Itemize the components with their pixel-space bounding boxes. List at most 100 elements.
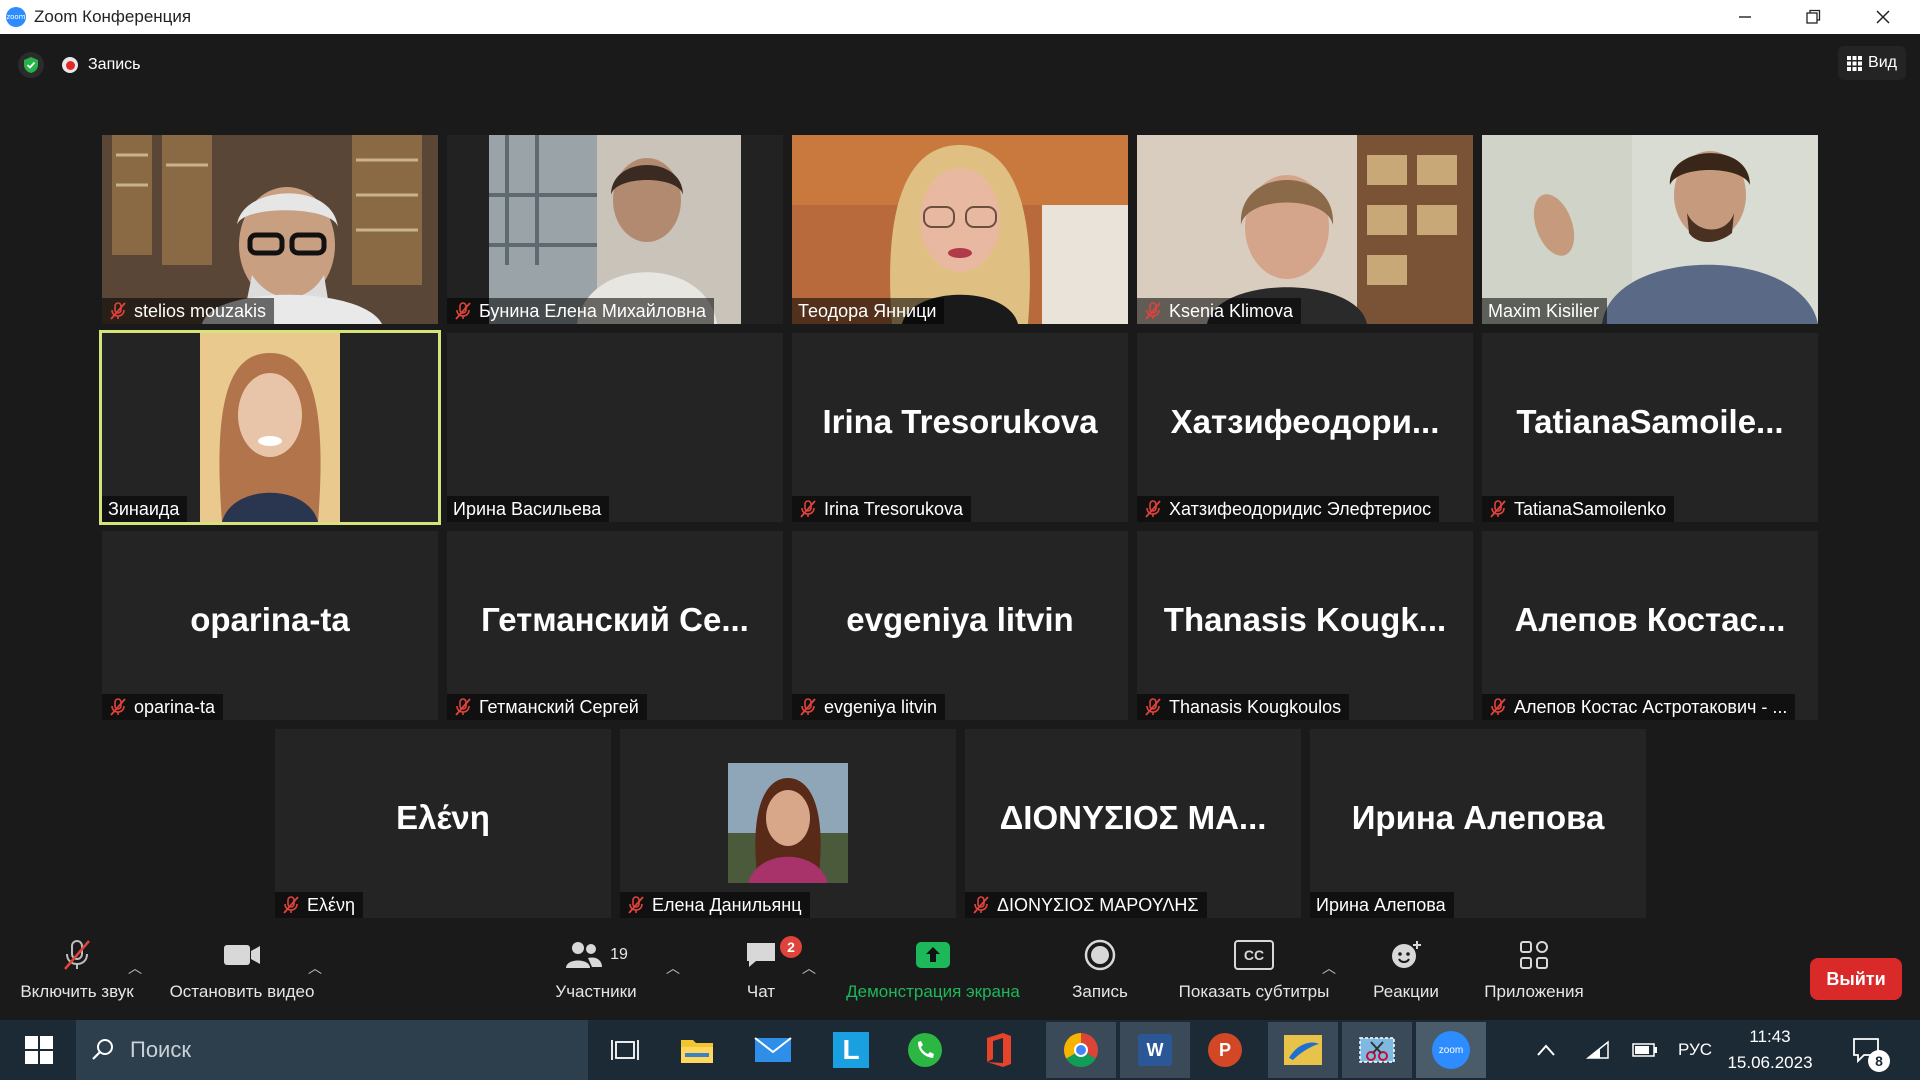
- windows-start-icon[interactable]: [8, 1026, 70, 1074]
- participants-icon: [566, 942, 603, 968]
- participant-name: Хатзифеодоридис Элефтериос: [1169, 498, 1432, 519]
- audio-options-chevron-up-icon[interactable]: ︿: [128, 958, 142, 978]
- participant-display-name: Thanasis Kougk...: [1163, 601, 1447, 638]
- participant-tile[interactable]: Бунина Елена Михайловна: [447, 135, 783, 324]
- chrome-icon[interactable]: [1046, 1022, 1116, 1078]
- show-captions-button[interactable]: CC Показать субтитры: [1168, 928, 1340, 1020]
- muted-mic-icon: [800, 698, 816, 716]
- unmute-button[interactable]: Включить звук: [12, 928, 142, 1020]
- muted-mic-icon: [59, 928, 95, 982]
- input-language[interactable]: РУС: [1678, 1020, 1712, 1080]
- taskbar-search-box[interactable]: Поиск: [76, 1020, 588, 1080]
- participant-name: Елена Данильянц: [652, 894, 802, 915]
- participant-tile[interactable]: oparina-ta oparina-ta: [102, 531, 438, 720]
- security-shield-icon[interactable]: [18, 52, 44, 78]
- muted-mic-icon: [1145, 698, 1161, 716]
- record-icon: [1084, 928, 1116, 982]
- participant-name-label: Хатзифеодоридис Элефтериос: [1137, 496, 1440, 522]
- chat-label: Чат: [746, 982, 776, 1001]
- snipping-tool-icon[interactable]: [1342, 1022, 1412, 1078]
- muted-mic-icon: [1145, 500, 1161, 518]
- muted-mic-icon: [628, 896, 644, 914]
- minimize-icon: [1739, 16, 1751, 18]
- participant-name-label: TatianaSamoilenko: [1482, 496, 1675, 522]
- leave-meeting-button[interactable]: Выйти: [1810, 958, 1902, 1000]
- meeting-toolbar: Включить звук ︿ Остановить видео ︿ 19 Уч…: [0, 928, 1920, 1020]
- video-options-chevron-up-icon[interactable]: ︿: [308, 958, 322, 978]
- participant-name: Бунина Елена Михайловна: [479, 300, 706, 321]
- record-dot-icon: [62, 57, 78, 73]
- participant-name-label: Бунина Елена Михайловна: [447, 298, 714, 324]
- share-screen-button[interactable]: Демонстрация экрана: [836, 928, 1030, 1020]
- participant-tile[interactable]: Thanasis Kougk... Thanasis Kougkoulos: [1137, 531, 1473, 720]
- file-explorer-icon[interactable]: [666, 1026, 728, 1074]
- participant-name: Теодора Янници: [798, 300, 937, 321]
- participant-tile[interactable]: Ksenia Klimova: [1137, 135, 1473, 324]
- close-button[interactable]: [1848, 0, 1918, 34]
- battery-icon[interactable]: [1632, 1020, 1658, 1080]
- participant-tile[interactable]: Irina Tresorukova Irina Tresorukova: [792, 333, 1128, 522]
- apps-icon: [1519, 928, 1549, 982]
- participant-tile[interactable]: Хатзифеодори... Хатзифеодоридис Элефтерио…: [1137, 333, 1473, 522]
- muted-mic-icon: [1145, 302, 1161, 320]
- participant-tile[interactable]: stelios mouzakis: [102, 135, 438, 324]
- participant-tile[interactable]: Теодора Янници: [792, 135, 1128, 324]
- tray-overflow-chevron-up-icon[interactable]: [1536, 1020, 1556, 1080]
- participant-name: Maxim Kisilier: [1488, 300, 1600, 321]
- participant-tile[interactable]: Maxim Kisilier: [1482, 135, 1818, 324]
- participant-name: Ελένη: [307, 894, 356, 915]
- recording-indicator[interactable]: Запись: [62, 52, 141, 78]
- view-button[interactable]: Вид: [1838, 46, 1906, 80]
- photos-app-icon[interactable]: [1268, 1022, 1338, 1078]
- stop-video-button[interactable]: Остановить видео: [162, 928, 322, 1020]
- clock[interactable]: 11:43 15.06.2023: [1727, 1020, 1812, 1080]
- recording-label: Запись: [88, 56, 141, 73]
- participant-name-label: stelios mouzakis: [102, 298, 275, 324]
- reactions-smiley-icon: [1389, 928, 1423, 982]
- chat-button[interactable]: 2 Чат: [730, 928, 802, 1020]
- mail-icon[interactable]: [742, 1026, 804, 1074]
- participant-tile[interactable]: Ирина Алепова Ирина Алепова: [1310, 729, 1646, 918]
- chat-badge: 2: [780, 936, 802, 958]
- participant-tile[interactable]: Гетманский Се... Гетманский Сергей: [447, 531, 783, 720]
- office-icon[interactable]: [968, 1026, 1030, 1074]
- captions-options-chevron-up-icon[interactable]: ︿: [1322, 958, 1336, 978]
- record-label: Запись: [1072, 982, 1128, 1001]
- participant-tile[interactable]: Ελένη Ελένη: [275, 729, 611, 918]
- participant-name-label: Елена Данильянц: [620, 892, 810, 918]
- notifications-icon[interactable]: 8: [1852, 1020, 1890, 1080]
- participants-options-chevron-up-icon[interactable]: ︿: [666, 958, 680, 978]
- record-button[interactable]: Запись: [1064, 928, 1136, 1020]
- participant-name: stelios mouzakis: [134, 300, 267, 321]
- task-view-icon[interactable]: [594, 1026, 656, 1074]
- participants-button[interactable]: 19 Участники: [548, 928, 644, 1020]
- muted-mic-icon: [973, 896, 989, 914]
- word-icon[interactable]: W: [1120, 1022, 1190, 1078]
- participant-tile[interactable]: Ирина Васильева: [447, 333, 783, 522]
- restore-button[interactable]: [1778, 0, 1848, 34]
- participant-name-label: Зинаида: [102, 496, 188, 522]
- chat-options-chevron-up-icon[interactable]: ︿: [802, 958, 816, 978]
- participant-tile[interactable]: TatianaSamoile... TatianaSamoilenko: [1482, 333, 1818, 522]
- participant-tile[interactable]: Алепов Костас... Алепов Костас Астротаков…: [1482, 531, 1818, 720]
- apps-label: Приложения: [1484, 982, 1584, 1001]
- participant-name: Алепов Костас Астротакович - ...: [1514, 696, 1788, 717]
- launcher-l-icon[interactable]: L: [820, 1026, 882, 1074]
- participant-tile[interactable]: evgeniya litvin evgeniya litvin: [792, 531, 1128, 720]
- reactions-button[interactable]: Реакции: [1366, 928, 1446, 1020]
- participant-video: [1482, 135, 1818, 324]
- participant-tile[interactable]: Елена Данильянц: [620, 729, 956, 918]
- powerpoint-icon[interactable]: P: [1194, 1026, 1256, 1074]
- apps-button[interactable]: Приложения: [1472, 928, 1596, 1020]
- wifi-icon[interactable]: [1586, 1020, 1610, 1080]
- zoom-taskbar-icon[interactable]: zoom: [1416, 1022, 1486, 1078]
- muted-mic-icon: [110, 302, 126, 320]
- participant-tile[interactable]: Зинаида: [99, 330, 441, 525]
- whatsapp-phone-icon[interactable]: [894, 1026, 956, 1074]
- participant-display-name: Irina Tresorukova: [822, 403, 1098, 440]
- zoom-logo-icon: zoom: [6, 7, 26, 27]
- participant-avatar: [728, 763, 848, 883]
- participant-tile[interactable]: ΔΙΟΝΥΣΙΟΣ ΜΑ... ΔΙΟΝΥΣΙΟΣ ΜΑΡΟΥΛΗΣ: [965, 729, 1301, 918]
- minimize-button[interactable]: [1710, 0, 1780, 34]
- muted-mic-icon: [283, 896, 299, 914]
